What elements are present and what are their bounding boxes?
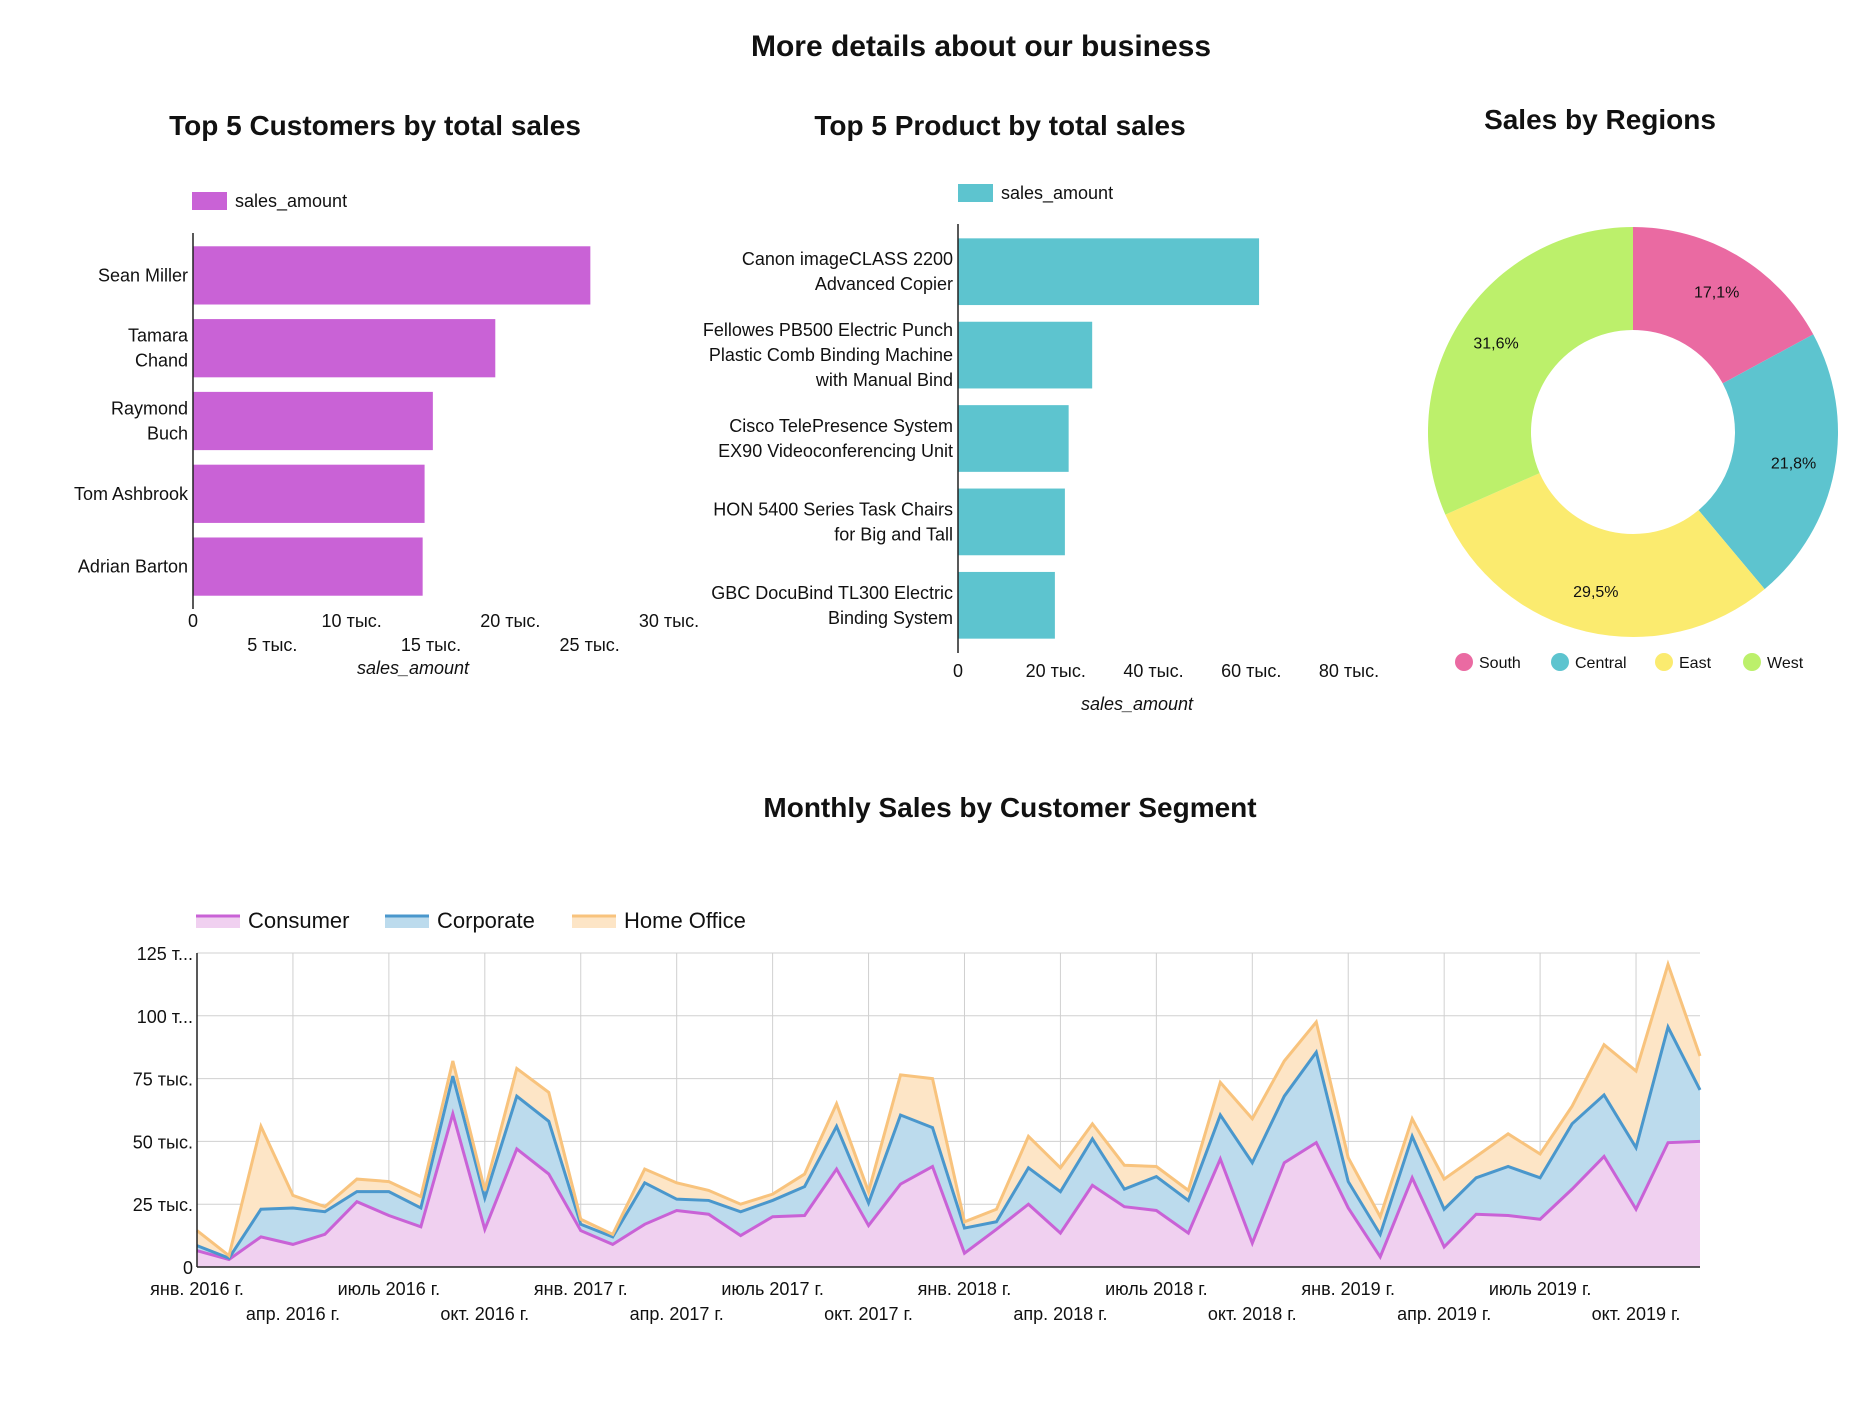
y-tick-label: 125 т... <box>137 944 193 964</box>
x-tick-label: окт. 2018 г. <box>1208 1304 1297 1324</box>
x-tick-label: июль 2016 г. <box>338 1279 440 1299</box>
legend-swatch <box>572 916 616 928</box>
legend-swatch <box>385 916 429 928</box>
x-tick-label: апр. 2016 г. <box>246 1304 340 1324</box>
y-tick-label: 0 <box>183 1258 193 1278</box>
y-tick-label: 75 тыс. <box>133 1070 193 1090</box>
y-tick-label: 25 тыс. <box>133 1195 193 1215</box>
x-tick-label: окт. 2017 г. <box>824 1304 913 1324</box>
x-tick-label: окт. 2019 г. <box>1592 1304 1681 1324</box>
x-tick-label: янв. 2016 г. <box>150 1279 244 1299</box>
legend-label: Corporate <box>437 908 535 933</box>
x-tick-label: янв. 2018 г. <box>918 1279 1012 1299</box>
x-tick-label: апр. 2019 г. <box>1397 1304 1491 1324</box>
x-tick-label: янв. 2017 г. <box>534 1279 628 1299</box>
x-tick-label: июль 2018 г. <box>1105 1279 1207 1299</box>
x-tick-label: апр. 2017 г. <box>630 1304 724 1324</box>
segment-area-chart: 0 25 тыс. 50 тыс. 75 тыс. 100 т... 125 т... ян… <box>133 908 1702 1324</box>
legend-label: Consumer <box>248 908 349 933</box>
y-tick-label: 50 тыс. <box>133 1132 193 1152</box>
legend-label: Home Office <box>624 908 746 933</box>
x-tick-label: апр. 2018 г. <box>1013 1304 1107 1324</box>
x-tick-label: июль 2019 г. <box>1489 1279 1591 1299</box>
x-tick-label: июль 2017 г. <box>721 1279 823 1299</box>
legend-swatch <box>196 916 240 928</box>
x-tick-label: янв. 2019 г. <box>1301 1279 1395 1299</box>
x-tick-label: окт. 2016 г. <box>440 1304 529 1324</box>
y-tick-label: 100 т... <box>137 1007 193 1027</box>
